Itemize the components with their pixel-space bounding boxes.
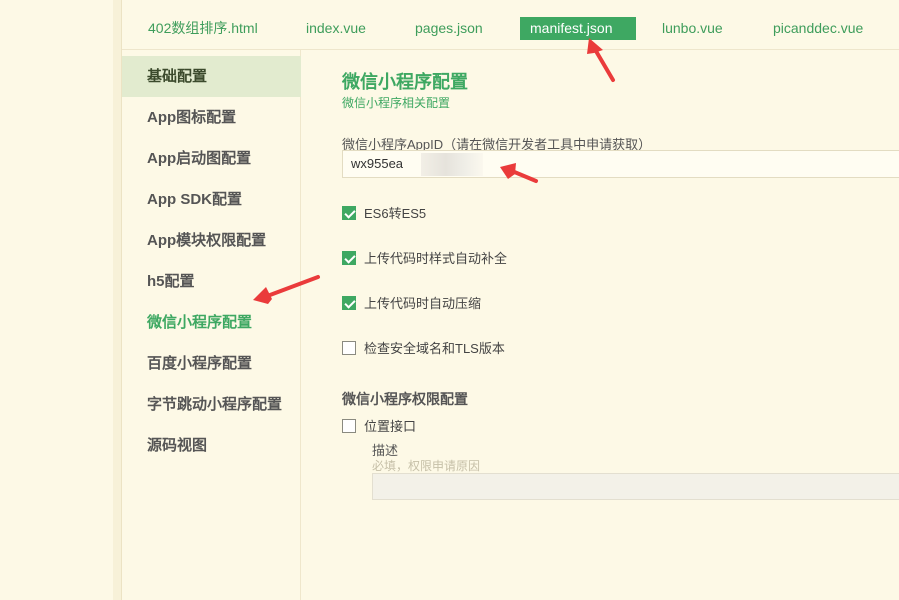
option-label: 检查安全域名和TLS版本 xyxy=(364,341,505,356)
gutter-divider xyxy=(113,0,122,600)
tab-manifest-json[interactable]: manifest.json xyxy=(520,17,636,40)
sidebar-item-toutiao[interactable]: 字节跳动小程序配置 xyxy=(122,384,301,425)
checkbox-checked-icon[interactable] xyxy=(342,296,356,310)
redacted-region xyxy=(421,153,483,176)
sidebar-item-baidu[interactable]: 百度小程序配置 xyxy=(122,343,301,384)
sidebar-item-app-splash[interactable]: App启动图配置 xyxy=(122,138,301,179)
tab-index-vue[interactable]: index.vue xyxy=(296,17,376,40)
tab-picanddec-vue[interactable]: picanddec.vue xyxy=(763,17,873,40)
option-url-check[interactable]: 检查安全域名和TLS版本 xyxy=(342,339,505,359)
sidebar-item-app-icon[interactable]: App图标配置 xyxy=(122,97,301,138)
sidebar-item-basic[interactable]: 基础配置 xyxy=(122,56,301,97)
sidebar-item-app-modules[interactable]: App模块权限配置 xyxy=(122,220,301,261)
sidebar-item-source-view[interactable]: 源码视图 xyxy=(122,425,301,466)
option-label: 位置接口 xyxy=(364,419,417,434)
option-location[interactable]: 位置接口 xyxy=(342,417,416,437)
option-postcss[interactable]: 上传代码时样式自动补全 xyxy=(342,249,507,269)
tab-402-html[interactable]: 402数组排序.html xyxy=(138,17,268,40)
page-subtitle: 微信小程序相关配置 xyxy=(342,96,451,110)
sidebar-item-h5[interactable]: h5配置 xyxy=(122,261,301,302)
option-label: ES6转ES5 xyxy=(364,206,427,221)
option-minify[interactable]: 上传代码时自动压缩 xyxy=(342,294,481,314)
tab-pages-json[interactable]: pages.json xyxy=(405,17,493,40)
config-panel: 微信小程序配置 微信小程序相关配置 微信小程序AppID（请在微信开发者工具中申… xyxy=(301,50,899,600)
page-title: 微信小程序配置 xyxy=(342,72,468,92)
checkbox-unchecked-icon[interactable] xyxy=(342,341,356,355)
checkbox-unchecked-icon[interactable] xyxy=(342,419,356,433)
option-label: 上传代码时自动压缩 xyxy=(364,296,482,311)
permissions-title: 微信小程序权限配置 xyxy=(342,391,468,407)
checkbox-checked-icon[interactable] xyxy=(342,251,356,265)
tab-lunbo-vue[interactable]: lunbo.vue xyxy=(652,17,733,40)
file-tab-bar: 402数组排序.html index.vue pages.json manife… xyxy=(122,0,899,50)
editor-gutter xyxy=(0,0,113,600)
option-label: 上传代码时样式自动补全 xyxy=(364,251,508,266)
location-desc-input[interactable] xyxy=(372,473,899,500)
location-desc-hint: 必填，权限申请原因 xyxy=(372,459,481,473)
config-sidebar: 基础配置 App图标配置 App启动图配置 App SDK配置 App模块权限配… xyxy=(122,50,301,600)
sidebar-item-app-sdk[interactable]: App SDK配置 xyxy=(122,179,301,220)
option-es6-to-es5[interactable]: ES6转ES5 xyxy=(342,204,426,224)
checkbox-checked-icon[interactable] xyxy=(342,206,356,220)
sidebar-item-weixin[interactable]: 微信小程序配置 xyxy=(122,302,301,343)
